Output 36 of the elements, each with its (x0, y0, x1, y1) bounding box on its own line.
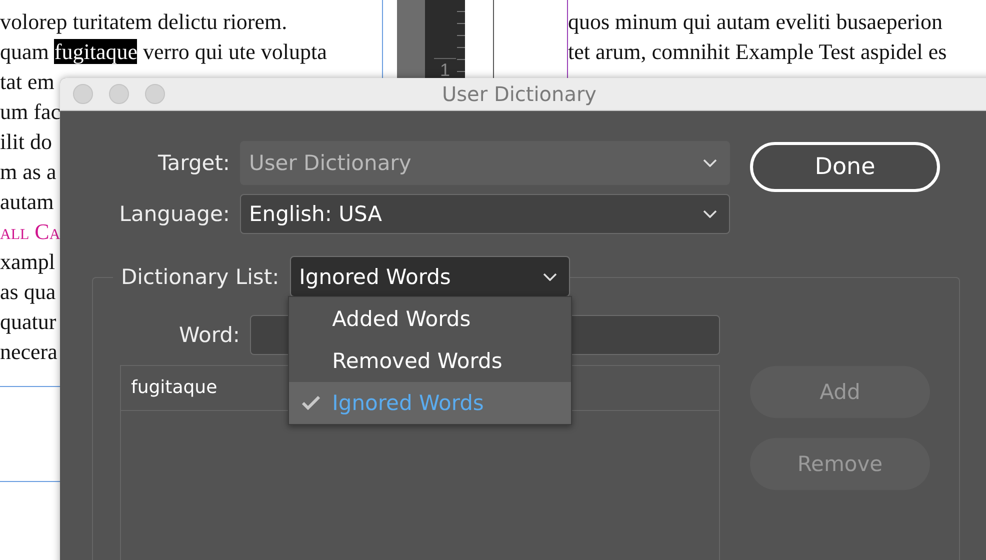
body-text: autam (0, 189, 54, 214)
body-text: as qua (0, 279, 56, 304)
body-text: xampl (0, 249, 55, 274)
body-text: quos minum qui autam eveliti busaeperion (568, 9, 943, 34)
highlighted-word: fugitaque (54, 39, 138, 64)
body-text: ilit do (0, 129, 52, 154)
checkmark-icon (302, 396, 320, 410)
chevron-icon (703, 210, 717, 218)
dropdown[interactable]: Ignored Words (290, 256, 570, 297)
list-item[interactable]: fugitaque (131, 366, 218, 410)
body-text: all Ca (0, 219, 60, 244)
window-control-icon[interactable] (145, 84, 165, 104)
menu-item[interactable]: Added Words (289, 298, 572, 340)
window-title: User Dictionary (442, 82, 597, 106)
dropdown[interactable]: English: USA (240, 194, 730, 234)
body-text: m as a (0, 159, 56, 184)
body-text: volorep turitatem delictu riorem. (0, 9, 288, 34)
body-text: tet arum, comnihit Example Test aspidel es (568, 39, 947, 64)
chevron-icon (543, 272, 558, 280)
body-text: quam (0, 39, 50, 64)
body-text: um fac (0, 99, 60, 124)
window-control-icon[interactable] (109, 84, 129, 104)
body-text: quatur (0, 309, 56, 334)
field-label: Word: (178, 323, 240, 347)
body-text: necera (0, 339, 58, 364)
action-button: Add (750, 366, 930, 418)
done-button[interactable]: Done (750, 142, 940, 192)
body-text: tat em (0, 69, 54, 94)
field-label: Target: (156, 151, 230, 175)
field-label: Language: (118, 202, 230, 226)
chevron-icon (703, 159, 717, 167)
dropdown: User Dictionary (240, 141, 730, 185)
window-control-icon[interactable] (73, 84, 93, 104)
body-text: verro qui ute volupta (142, 39, 327, 64)
menu-item[interactable]: Removed Words (289, 340, 572, 382)
action-button: Remove (750, 438, 930, 490)
